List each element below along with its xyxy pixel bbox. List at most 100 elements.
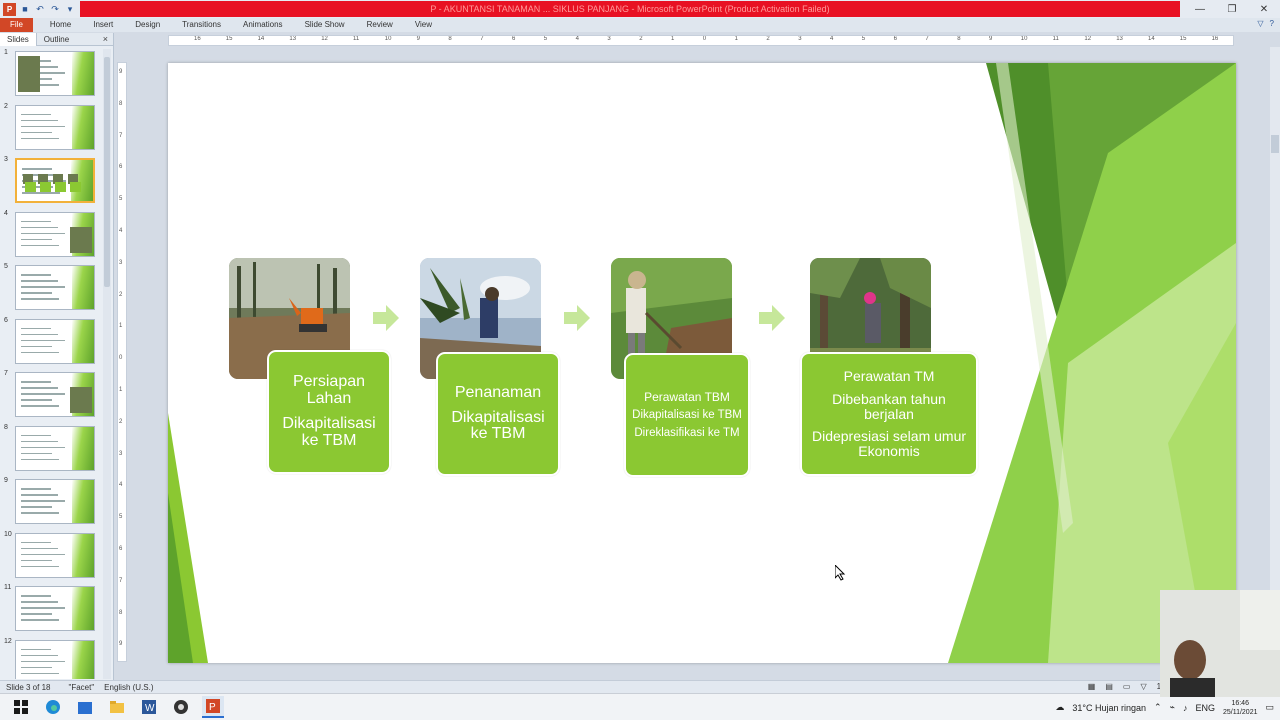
edge-browser-icon[interactable] [42,696,64,718]
network-icon[interactable]: ⌁ [1170,702,1175,713]
step-title: Perawatan TM [843,368,935,385]
close-pane-icon[interactable]: × [103,34,108,44]
tab-slides[interactable]: Slides [0,32,37,46]
slide-sorter-icon[interactable]: ▤ [1105,682,1113,691]
slide-thumbnail-number: 12 [4,637,12,645]
tab-design[interactable]: Design [124,18,171,32]
ruler-tick-label: 3 [607,36,611,42]
step-title: Penanaman [454,383,542,401]
volume-icon[interactable]: ♪ [1183,703,1188,713]
powerpoint-taskbar-icon[interactable]: P [202,696,224,718]
restore-icon[interactable]: ❐ [1216,0,1248,18]
slide-thumbnail-4[interactable]: 4 [0,210,100,257]
slide-thumbnail-image[interactable] [15,425,95,471]
save-icon[interactable]: ■ [19,3,31,15]
tab-review[interactable]: Review [356,18,404,32]
slide-thumbnail-image[interactable] [15,211,95,257]
help-icon[interactable]: ? [1270,19,1274,28]
ribbon-tabs: File Home Insert Design Transitions Anim… [0,18,1280,32]
step-detail: Dikapitalisasi ke TBM [282,415,376,449]
step-detail-2: Didepresiasi selam umur Ekonomis [811,428,967,460]
tab-transitions[interactable]: Transitions [171,18,232,32]
file-explorer-icon[interactable] [106,696,128,718]
minimize-icon[interactable]: — [1184,0,1216,18]
customize-qat-icon[interactable]: ▾ [64,3,76,15]
step-box-persiapan-lahan: Persiapan Lahan Dikapitalisasi ke TBM [267,350,391,474]
step-box-penanaman: Penanaman Dikapitalisasi ke TBM [436,352,560,476]
slide-thumbnail-image[interactable] [15,639,95,679]
arrow-right-icon [373,305,399,331]
slides-pane-scrollbar[interactable] [103,49,111,679]
notification-icon[interactable]: ▭ [1265,702,1274,713]
slide-thumbnail-number: 11 [4,584,12,591]
slide-thumbnail-7[interactable]: 7 [0,370,100,417]
status-bar: Slide 3 of 18 "Facet" English (U.S.) ▦ ▤… [0,680,1280,693]
ruler-tick-label: 1 [671,36,675,42]
svg-text:W: W [145,703,155,714]
redo-icon[interactable]: ↷ [49,3,61,15]
window-controls: — ❐ ✕ [1184,0,1280,18]
slide-thumbnail-11[interactable]: 11 [0,584,100,631]
undo-icon[interactable]: ↶ [34,3,46,15]
slide-thumbnail-2[interactable]: 2 [0,103,100,150]
slide-thumbnail-image[interactable] [15,104,95,150]
slide-thumbnail-image[interactable] [15,372,95,417]
slide-thumbnail-8[interactable]: 8 [0,424,100,471]
tab-view[interactable]: View [404,18,443,32]
word-icon[interactable]: W [138,696,160,718]
tab-animations[interactable]: Animations [232,18,294,32]
ruler-tick-label: 4 [575,36,579,42]
slide-thumbnail-image[interactable] [15,318,95,364]
title-bar: P ■ ↶ ↷ ▾ P - AKUNTANSI TANAMAN ... SIKL… [0,0,1280,18]
ruler-tick-label: 5 [119,196,123,203]
slide-thumbnail-image[interactable] [15,479,95,524]
tab-file[interactable]: File [0,18,33,32]
ruler-tick-label: 15 [225,36,233,42]
step-detail: Dikapitalisasi ke TBM [632,409,742,422]
slide-thumbnail-image[interactable] [15,158,95,203]
store-icon[interactable] [74,696,96,718]
windows-start-icon[interactable] [10,696,32,718]
system-tray: ☁ 31°C Hujan ringan ⌃ ⌁ ♪ ENG 16:46 25/1… [1055,694,1274,720]
tab-outline[interactable]: Outline [37,33,76,46]
chevron-up-icon[interactable]: ⌃ [1154,702,1162,713]
reading-view-icon[interactable]: ▭ [1123,682,1131,691]
input-language[interactable]: ENG [1195,703,1215,713]
weather-text[interactable]: 31°C Hujan ringan [1072,703,1146,713]
tab-home[interactable]: Home [39,18,82,32]
slide-thumbnail-10[interactable]: 10 [0,531,100,578]
step-detail: Dikapitalisasi ke TBM [451,408,545,443]
arrow-right-icon [759,305,785,331]
slide-thumbnail-5[interactable]: 5 [0,263,100,310]
slide-thumbnail-image[interactable] [15,532,95,578]
close-icon[interactable]: ✕ [1248,0,1280,18]
slide-thumbnail-image[interactable] [15,265,95,310]
step-box-perawatan-tm: Perawatan TM Dibebankan tahun berjalan D… [800,352,978,476]
slide-thumbnail-1[interactable]: 1 [0,49,100,96]
weather-icon[interactable]: ☁ [1055,702,1064,713]
slide-thumbnail-6[interactable]: 6 [0,317,100,364]
language-indicator[interactable]: English (U.S.) [104,683,153,692]
slide-thumbnail-number: 5 [4,263,8,270]
scrollbar-thumb[interactable] [104,57,110,287]
slide-thumbnail-3[interactable]: 3 [0,156,100,203]
editing-scrollbar[interactable] [1270,47,1280,679]
slide-thumbnail-9[interactable]: 9 [0,477,100,524]
tab-insert[interactable]: Insert [82,18,124,32]
window-title-bar: P - AKUNTANSI TANAMAN ... SIKLUS PANJANG… [80,1,1180,17]
powerpoint-logo-icon: P [3,2,16,16]
ruler-tick-label: 14 [1148,36,1155,42]
minimize-ribbon-icon[interactable]: ▽ [1257,19,1263,28]
slideshow-icon[interactable]: ▽ [1140,682,1146,691]
chrome-icon[interactable] [170,696,192,718]
scrollbar-thumb[interactable] [1271,135,1279,153]
tab-slide-show[interactable]: Slide Show [294,18,356,32]
ruler-tick-label: 14 [257,36,265,42]
clock[interactable]: 16:46 25/11/2021 [1223,699,1258,717]
ruler-tick-label: 9 [119,641,123,648]
slide-thumbnail-12[interactable]: 12 [0,637,100,679]
slide-thumbnail-image[interactable] [15,51,95,96]
slide-thumbnail-image[interactable] [15,586,95,631]
normal-view-icon[interactable]: ▦ [1088,682,1096,691]
slide-canvas[interactable]: Persiapan Lahan Dikapitalisasi ke TBM Pe… [168,63,1236,663]
